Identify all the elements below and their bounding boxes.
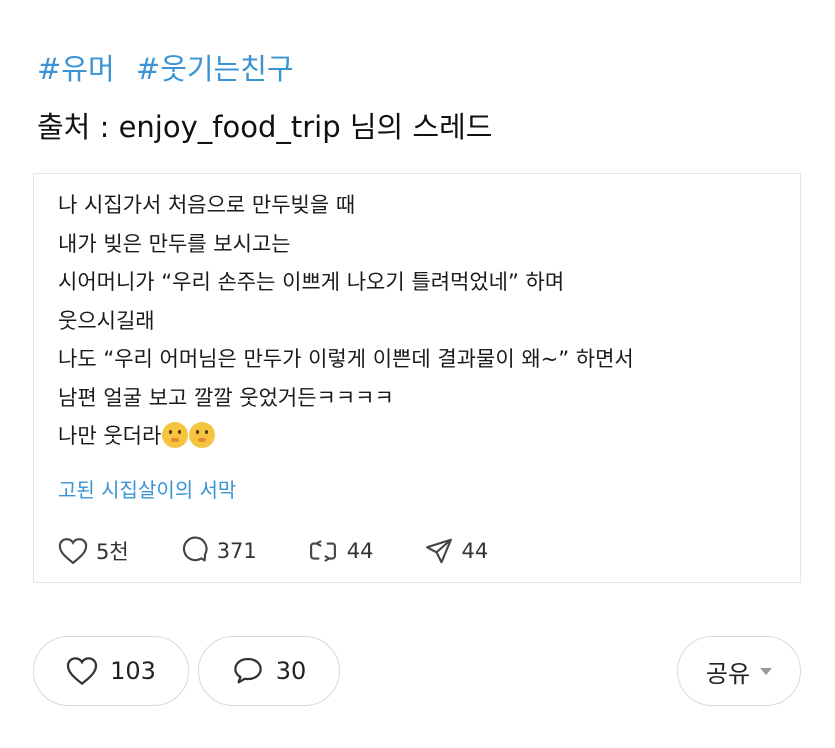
post-line: 시어머니가 “우리 손주는 이쁘게 나오기 틀려먹었네” 하며 — [58, 270, 565, 294]
share-stat[interactable]: 44 — [424, 536, 489, 566]
comment-button[interactable]: 30 — [198, 636, 340, 706]
comment-bubble-icon — [233, 657, 262, 684]
repost-stat[interactable]: 44 — [307, 536, 374, 566]
repost-icon — [309, 540, 336, 562]
comment-button-count: 30 — [275, 657, 307, 685]
like-button-count: 103 — [110, 657, 156, 685]
embedded-thread-post[interactable]: 나 시집가서 처음으로 만두빚을 때 내가 빚은 만두를 보시고는 시어머니가 … — [33, 173, 801, 583]
heart-icon — [66, 657, 98, 686]
like-count: 5천 — [96, 540, 129, 564]
post-line-last: 나만 웃더라 — [58, 417, 780, 456]
comment-count: 371 — [216, 539, 257, 563]
post-line: 나 시집가서 처음으로 만두빚을 때 — [58, 193, 356, 217]
post-line: 남편 얼굴 보고 깔깔 웃었거든ㅋㅋㅋㅋ — [58, 385, 394, 410]
post-line: 내가 빚은 만두를 보시고는 — [58, 231, 291, 256]
post-line-text: 나만 웃더라 — [58, 424, 162, 448]
like-button[interactable]: 103 — [33, 636, 189, 706]
share-button-label: 공유 — [705, 659, 751, 688]
send-icon — [425, 538, 452, 564]
comment-bubble-icon — [182, 536, 208, 562]
share-count: 44 — [461, 539, 489, 563]
thread-link[interactable]: 고된 시집살이의 서막 — [58, 474, 236, 503]
hashtag-funny-friend[interactable]: #웃기는친구 — [136, 52, 294, 86]
post-body: 나 시집가서 처음으로 만두빚을 때 내가 빚은 만두를 보시고는 시어머니가 … — [58, 186, 780, 456]
shushing-face-emoji-icon — [189, 422, 216, 448]
source-line: 출처 : enjoy_food_trip 님의 스레드 — [37, 110, 493, 144]
heart-icon — [58, 538, 88, 565]
hashtag-humor[interactable]: #유머 — [37, 52, 115, 86]
shushing-face-emoji-icon — [162, 422, 189, 448]
post-stats: 5천 371 44 44 — [58, 536, 538, 566]
post-line: 웃으시길래 — [58, 308, 155, 333]
repost-count: 44 — [346, 539, 374, 563]
post-line: 나도 “우리 어머님은 만두가 이렇게 이쁜데 결과물이 왜~” 하면서 — [58, 347, 634, 371]
chevron-down-icon — [760, 667, 773, 675]
comment-stat[interactable]: 371 — [179, 536, 257, 566]
hashtags: #유머 #웃기는친구 — [37, 46, 306, 88]
like-stat[interactable]: 5천 — [58, 536, 129, 566]
share-button[interactable]: 공유 — [677, 636, 801, 706]
